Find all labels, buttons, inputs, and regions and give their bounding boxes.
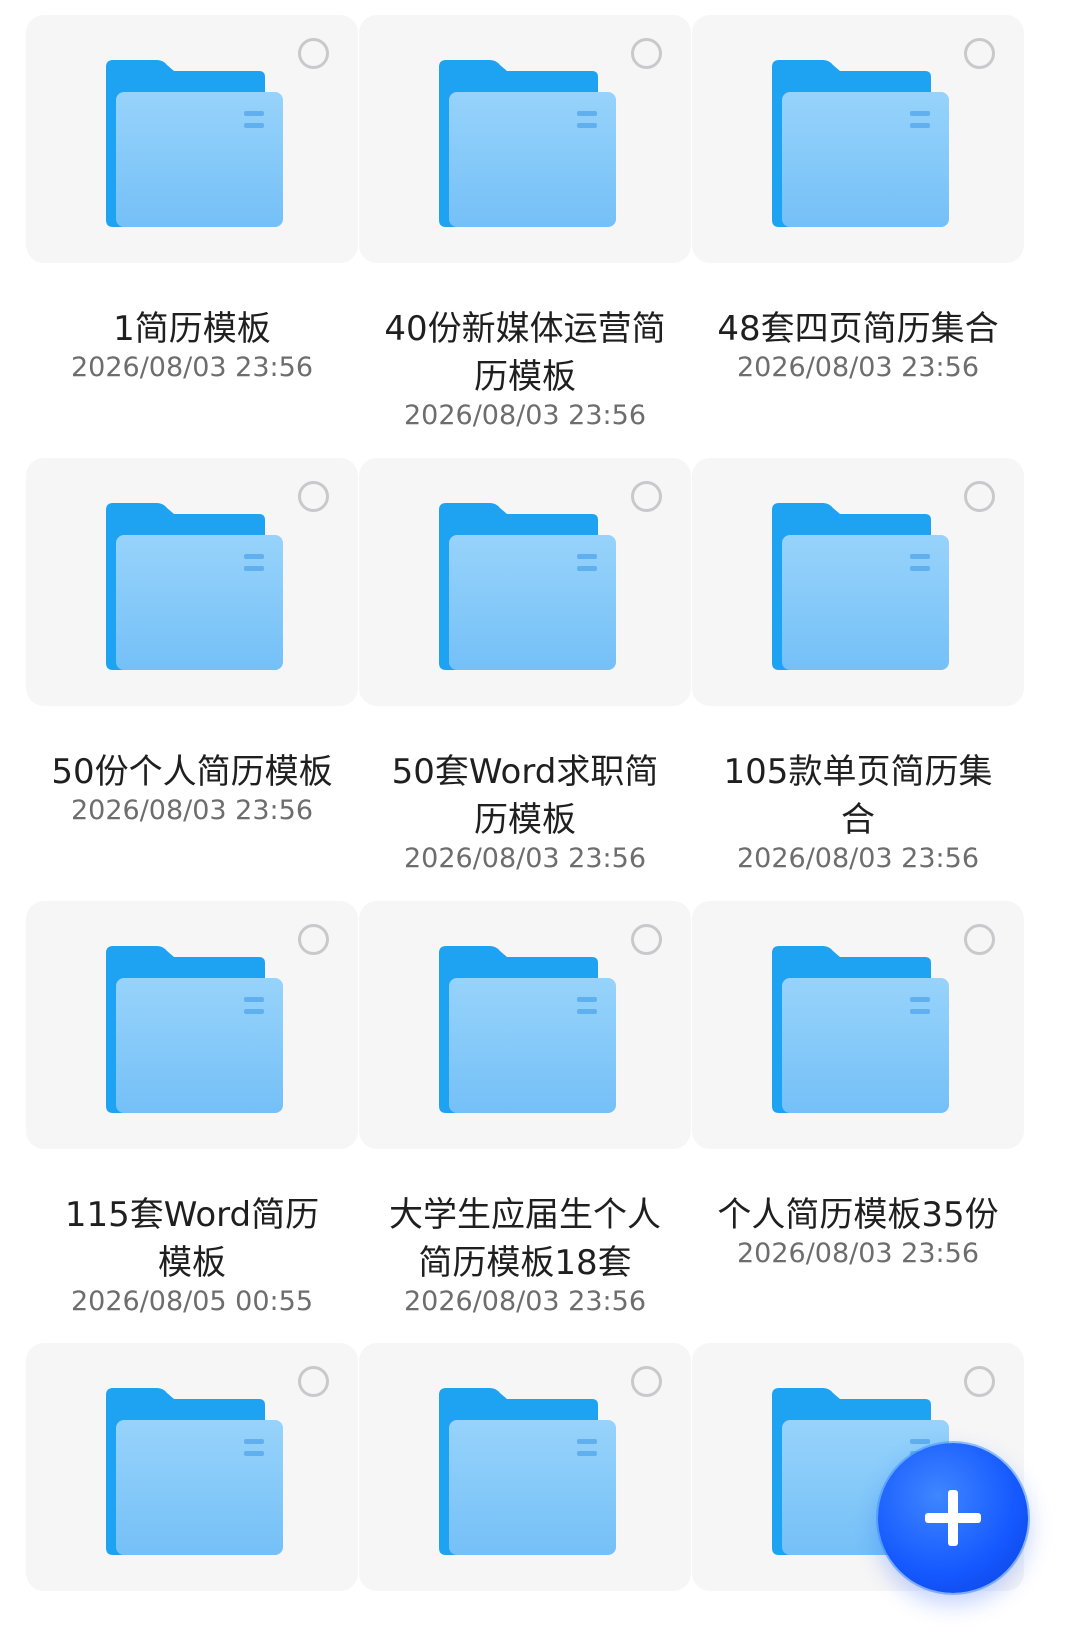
folder-icon (106, 946, 283, 1113)
folder-icon (106, 60, 283, 227)
select-circle-icon[interactable] (631, 1366, 662, 1397)
folder-thumbnail[interactable] (359, 15, 691, 263)
folder-date: 2026/08/03 23:56 (403, 843, 646, 874)
folder-date: 2026/08/03 23:56 (403, 1286, 646, 1317)
folder-thumbnail[interactable] (692, 458, 1024, 706)
folder-thumbnail[interactable] (359, 901, 691, 1149)
folder-icon (106, 503, 283, 670)
file-grid: 1简历模板 2026/08/03 23:56 40份新媒体运营简历模板 2026/08… (0, 0, 1080, 1637)
folder-name: 50份个人简历模板 (51, 752, 333, 792)
folder-thumbnail[interactable] (359, 458, 691, 706)
folder-name: 1简历模板 (113, 309, 271, 349)
folder-icon (439, 60, 616, 227)
folder-thumbnail[interactable] (692, 15, 1024, 263)
folder-icon (439, 503, 616, 670)
folder-icon (439, 946, 616, 1113)
select-circle-icon[interactable] (964, 38, 995, 69)
folder-thumbnail[interactable] (359, 1343, 691, 1591)
folder-thumbnail[interactable] (26, 901, 358, 1149)
folder-icon (772, 60, 949, 227)
add-button[interactable] (878, 1443, 1028, 1593)
select-circle-icon[interactable] (298, 481, 329, 512)
folder-meta: 50套Word求职简历模板 2026/08/03 23:56 (359, 748, 691, 874)
select-circle-icon[interactable] (631, 924, 662, 955)
folder-thumbnail[interactable] (26, 15, 358, 263)
folder-meta: 50份个人简历模板 2026/08/03 23:56 (26, 748, 358, 826)
folder-date: 2026/08/03 23:56 (70, 352, 313, 383)
select-circle-icon[interactable] (964, 924, 995, 955)
folder-name: 个人简历模板35份 (717, 1195, 999, 1235)
folder-date: 2026/08/03 23:56 (736, 843, 979, 874)
folder-thumbnail[interactable] (26, 458, 358, 706)
select-circle-icon[interactable] (298, 1366, 329, 1397)
select-circle-icon[interactable] (964, 1366, 995, 1397)
folder-name: 大学生应届生个人简历模板18套 (389, 1195, 661, 1283)
folder-meta: 40份新媒体运营简历模板 2026/08/03 23:56 (359, 305, 691, 431)
plus-icon (925, 1490, 981, 1546)
folder-meta: 个人简历模板35份 2026/08/03 23:56 (692, 1191, 1024, 1269)
folder-thumbnail[interactable] (26, 1343, 358, 1591)
folder-meta: 1简历模板 2026/08/03 23:56 (26, 305, 358, 383)
select-circle-icon[interactable] (298, 38, 329, 69)
folder-icon (106, 1388, 283, 1555)
folder-meta: 48套四页简历集合 2026/08/03 23:56 (692, 305, 1024, 383)
folder-meta: 大学生应届生个人简历模板18套 2026/08/03 23:56 (359, 1191, 691, 1317)
folder-meta: 105款单页简历集合 2026/08/03 23:56 (692, 748, 1024, 874)
folder-date: 2026/08/03 23:56 (403, 400, 646, 431)
select-circle-icon[interactable] (298, 924, 329, 955)
folder-name: 48套四页简历集合 (717, 309, 999, 349)
folder-icon (772, 946, 949, 1113)
folder-name: 40份新媒体运营简历模板 (384, 309, 666, 397)
folder-date: 2026/08/03 23:56 (736, 352, 979, 383)
folder-icon (772, 503, 949, 670)
select-circle-icon[interactable] (964, 481, 995, 512)
folder-name: 105款单页简历集合 (723, 752, 993, 840)
select-circle-icon[interactable] (631, 38, 662, 69)
folder-name: 115套Word简历模板 (64, 1195, 320, 1283)
folder-icon (439, 1388, 616, 1555)
folder-meta: 115套Word简历模板 2026/08/05 00:55 (26, 1191, 358, 1317)
folder-date: 2026/08/03 23:56 (736, 1238, 979, 1269)
folder-date: 2026/08/05 00:55 (70, 1286, 313, 1317)
folder-name: 50套Word求职简历模板 (391, 752, 659, 840)
folder-thumbnail[interactable] (692, 901, 1024, 1149)
select-circle-icon[interactable] (631, 481, 662, 512)
folder-date: 2026/08/03 23:56 (70, 795, 313, 826)
